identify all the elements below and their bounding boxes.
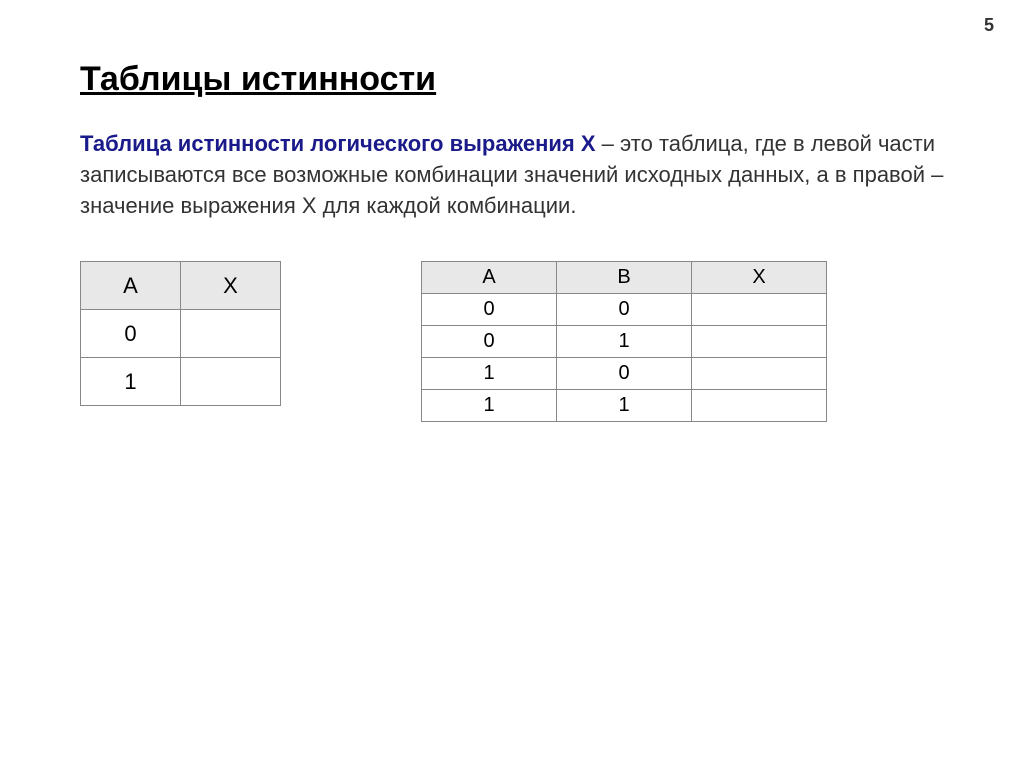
table-row: 0 0 <box>422 294 827 326</box>
table2-header-b: B <box>557 262 692 294</box>
table2-header-a: A <box>422 262 557 294</box>
table2-cell: 0 <box>557 294 692 326</box>
table2-cell: 0 <box>557 358 692 390</box>
table1-header-a: A <box>81 262 181 310</box>
table-row: 0 1 <box>422 326 827 358</box>
table2-cell <box>692 390 827 422</box>
table2-cell: 0 <box>422 326 557 358</box>
description-paragraph: Таблица истинности логического выражения… <box>80 129 944 221</box>
table2-cell <box>692 358 827 390</box>
table1-cell <box>181 310 281 358</box>
page-title: Таблицы истинности <box>80 60 944 99</box>
table2-cell: 1 <box>557 326 692 358</box>
description-highlight: Таблица истинности логического выражения… <box>80 131 596 156</box>
table1-cell: 0 <box>81 310 181 358</box>
table2-header-x: X <box>692 262 827 294</box>
table2-cell: 1 <box>557 390 692 422</box>
tables-container: A X 0 1 A B X 0 0 <box>80 261 944 422</box>
truth-table-small: A X 0 1 <box>80 261 281 406</box>
truth-table-large: A B X 0 0 0 1 1 0 1 1 <box>421 261 827 422</box>
table1-header-x: X <box>181 262 281 310</box>
table2-cell <box>692 326 827 358</box>
table-row: 1 1 <box>422 390 827 422</box>
page-number: 5 <box>984 15 994 36</box>
table-row: 1 0 <box>422 358 827 390</box>
table1-cell <box>181 358 281 406</box>
table2-cell: 0 <box>422 294 557 326</box>
table2-cell: 1 <box>422 358 557 390</box>
table2-cell <box>692 294 827 326</box>
table2-cell: 1 <box>422 390 557 422</box>
table-row: 0 <box>81 310 281 358</box>
table-row: 1 <box>81 358 281 406</box>
table1-cell: 1 <box>81 358 181 406</box>
